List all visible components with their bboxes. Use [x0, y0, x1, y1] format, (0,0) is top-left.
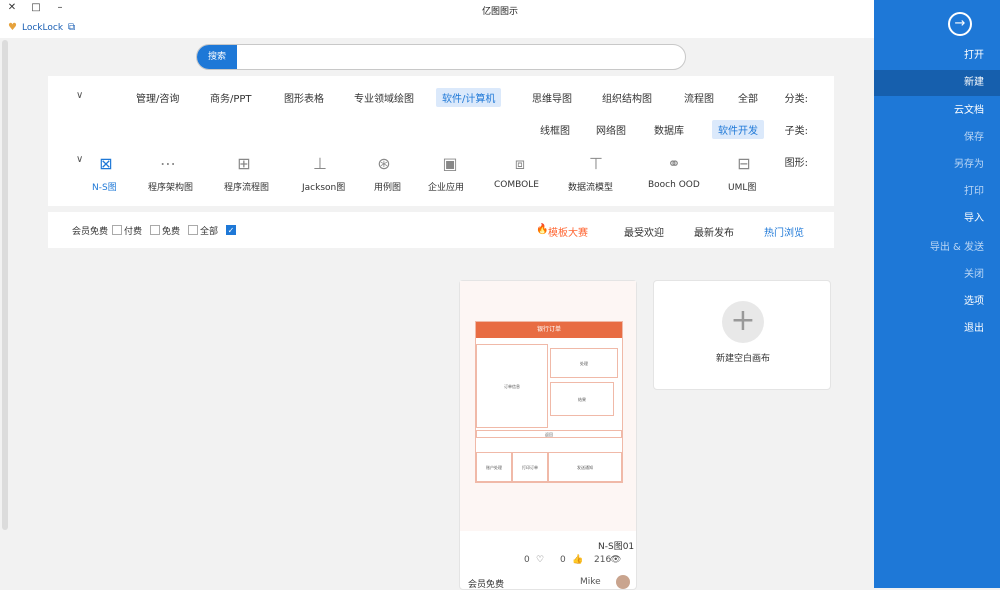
sort-hot[interactable]: 热门浏览: [764, 224, 804, 239]
like-count: 0: [560, 555, 566, 565]
diagram-box: 账户处理: [476, 452, 512, 482]
category-org[interactable]: 组织结构图: [602, 90, 652, 105]
sidebar-item-saveas[interactable]: 另存为: [874, 157, 984, 173]
diagram-box: 订单信息: [476, 344, 548, 428]
search-button[interactable]: 搜索: [197, 45, 237, 69]
search-input[interactable]: [196, 44, 686, 70]
sidebar-item-export[interactable]: 导出 & 发送: [874, 240, 984, 256]
template-preview[interactable]: 银行订单 订单信息 处理 结果 返回 账户处理 打印订单 发送通知: [460, 281, 636, 531]
category-software[interactable]: 软件/计算机: [436, 88, 502, 107]
check-all-label: 全部: [200, 227, 219, 237]
sidebar-item-cloud[interactable]: 云文档: [874, 103, 984, 119]
sidebar-item-save[interactable]: 保存: [874, 130, 984, 146]
ns-diagram-icon[interactable]: ⊠: [86, 154, 126, 173]
checkbox-all[interactable]: ✓: [226, 225, 236, 235]
favorite-count: 0: [524, 555, 530, 565]
check-member-label: 会员免费: [72, 227, 109, 237]
chevron-down-icon[interactable]: ∨: [76, 154, 83, 165]
graphic-label: 图形:: [784, 158, 808, 169]
diagram-header: 银行订单: [476, 322, 622, 338]
subcategory-label: 子类:: [784, 126, 808, 137]
sub-network[interactable]: 网络图: [596, 122, 626, 137]
thumb-icon[interactable]: 👍: [572, 555, 583, 565]
category-management[interactable]: 管理/咨询: [136, 90, 179, 105]
sort-popular[interactable]: 最受欢迎: [624, 224, 664, 239]
graphic-program-arch[interactable]: 程序架构图: [148, 180, 193, 193]
sidebar-item-options[interactable]: 选项: [874, 294, 984, 310]
diagram-box: 打印订单: [512, 452, 548, 482]
view-count: 216: [594, 555, 612, 565]
booch-icon[interactable]: ⚭: [654, 154, 694, 173]
category-professional[interactable]: 专业领域绘图: [354, 90, 414, 105]
checkbox-free[interactable]: [188, 225, 198, 235]
new-blank-label: 新建空白画布: [715, 354, 770, 364]
plus-icon[interactable]: +: [722, 301, 764, 343]
filter-panel: 分类: ∨ 全部 流程图 组织结构图 思维导图 软件/计算机 专业领域绘图 图形…: [48, 76, 834, 206]
uml-icon[interactable]: ⊟: [724, 154, 764, 173]
jackson-icon[interactable]: ⊥: [300, 154, 340, 173]
category-mindmap[interactable]: 思维导图: [532, 90, 572, 105]
category-flowchart[interactable]: 流程图: [684, 90, 714, 105]
arrow-right-icon[interactable]: →: [948, 12, 972, 36]
sub-wireframe[interactable]: 线框图: [540, 122, 570, 137]
category-table[interactable]: 图形表格: [284, 90, 324, 105]
graphic-usecase[interactable]: 用例图: [374, 180, 401, 193]
category-label: 分类:: [784, 94, 808, 105]
graphic-dataflow[interactable]: 数据流模型: [568, 180, 613, 193]
diagram-box: 返回: [476, 430, 622, 438]
dataflow-icon[interactable]: ⊤: [576, 154, 616, 173]
graphic-booch[interactable]: Booch OOD: [648, 180, 700, 190]
sidebar-item-new[interactable]: 新建: [874, 70, 1000, 96]
lock-bar: ♥ LockLock ⧉: [0, 20, 874, 38]
diagram-box: 结果: [550, 382, 614, 416]
graphic-program-flow[interactable]: 程序流程图: [224, 180, 269, 193]
new-blank-card[interactable]: + 新建空白画布: [653, 280, 831, 390]
eye-icon: 👁: [610, 555, 622, 565]
heart-icon: ♥: [8, 22, 17, 33]
window-icon[interactable]: ⧉: [68, 22, 75, 33]
diagram-box: 发送通知: [548, 452, 622, 482]
sidebar-item-print[interactable]: 打印: [874, 184, 984, 200]
graphic-jackson[interactable]: Jackson图: [302, 180, 345, 193]
sidebar-item-close[interactable]: 关闭: [874, 267, 984, 283]
diagram-box: 处理: [550, 348, 618, 378]
usecase-icon[interactable]: ⊛: [364, 154, 404, 173]
sort-bar: 热门浏览 最新发布 最受欢迎 🔥 模板大赛 ✓ 全部 免费 付费 会员免费: [48, 212, 834, 248]
sidebar-item-import[interactable]: 导入: [874, 211, 984, 227]
lock-label[interactable]: LockLock: [22, 23, 63, 33]
sub-database[interactable]: 数据库: [654, 122, 684, 137]
avatar: [616, 575, 630, 589]
checkbox-paid[interactable]: [150, 225, 160, 235]
program-arch-icon[interactable]: ⋯: [148, 154, 188, 173]
sort-contest[interactable]: 模板大赛: [548, 224, 588, 239]
graphic-ns[interactable]: N-S图: [92, 180, 117, 193]
category-business[interactable]: 商务/PPT: [210, 90, 252, 105]
category-all[interactable]: 全部: [738, 90, 758, 105]
template-card[interactable]: 银行订单 订单信息 处理 结果 返回 账户处理 打印订单 发送通知 N-S图01…: [459, 280, 637, 590]
checkbox-member[interactable]: [112, 225, 122, 235]
program-flow-icon[interactable]: ⊞: [224, 154, 264, 173]
author-name[interactable]: Mike: [580, 577, 601, 587]
sub-software-dev[interactable]: 软件开发: [712, 120, 764, 139]
window-title: 亿图图示: [481, 7, 518, 17]
chevron-down-icon[interactable]: ∨: [76, 90, 83, 101]
check-free-label: 免费: [162, 227, 181, 237]
heart-outline-icon[interactable]: ♡: [536, 555, 544, 565]
template-name[interactable]: N-S图01: [598, 539, 634, 552]
ns-diagram-thumbnail: 银行订单 订单信息 处理 结果 返回 账户处理 打印订单 发送通知: [475, 321, 623, 483]
combole-icon[interactable]: ⧈: [500, 154, 540, 174]
sidebar-item-open[interactable]: 打开: [874, 48, 984, 64]
sort-newest[interactable]: 最新发布: [694, 224, 734, 239]
enterprise-icon[interactable]: ▣: [430, 154, 470, 173]
graphic-combole[interactable]: COMBOLE: [494, 180, 539, 190]
scrollbar[interactable]: [2, 40, 8, 530]
check-paid-label: 付费: [124, 227, 143, 237]
sidebar-item-exit[interactable]: 退出: [874, 321, 984, 337]
graphic-enterprise[interactable]: 企业应用: [428, 180, 464, 193]
member-badge: 会员免费: [468, 580, 505, 590]
flame-icon: 🔥: [536, 224, 549, 235]
graphic-uml[interactable]: UML图: [728, 180, 756, 193]
